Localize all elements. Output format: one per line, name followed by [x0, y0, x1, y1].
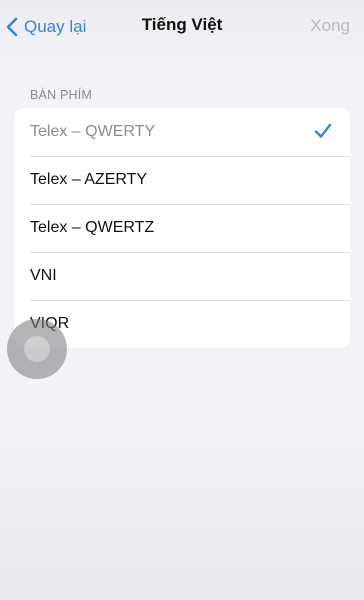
keyboard-option-label: VNI: [30, 267, 57, 284]
keyboard-option-telex-qwertz[interactable]: Telex – QWERTZ: [14, 204, 350, 252]
done-button[interactable]: Xong: [310, 16, 350, 36]
keyboard-option-telex-azerty[interactable]: Telex – AZERTY: [14, 156, 350, 204]
keyboard-option-vni[interactable]: VNI: [14, 252, 350, 300]
checkmark-icon: [314, 123, 332, 138]
keyboard-option-telex-qwerty[interactable]: Telex – QWERTY: [14, 108, 350, 156]
keyboard-option-label: Telex – QWERTZ: [30, 219, 155, 236]
keyboard-option-label: Telex – AZERTY: [30, 171, 148, 188]
assistive-touch-inner: [24, 336, 50, 362]
assistive-touch-icon[interactable]: [7, 319, 67, 379]
keyboard-list: Telex – QWERTY Telex – AZERTY Telex – QW…: [14, 108, 350, 348]
navigation-bar: Quay lại Tiếng Việt Xong: [0, 0, 364, 52]
section-header-keyboards: BÀN PHÍM: [30, 88, 93, 102]
keyboard-option-label: Telex – QWERTY: [30, 123, 156, 140]
